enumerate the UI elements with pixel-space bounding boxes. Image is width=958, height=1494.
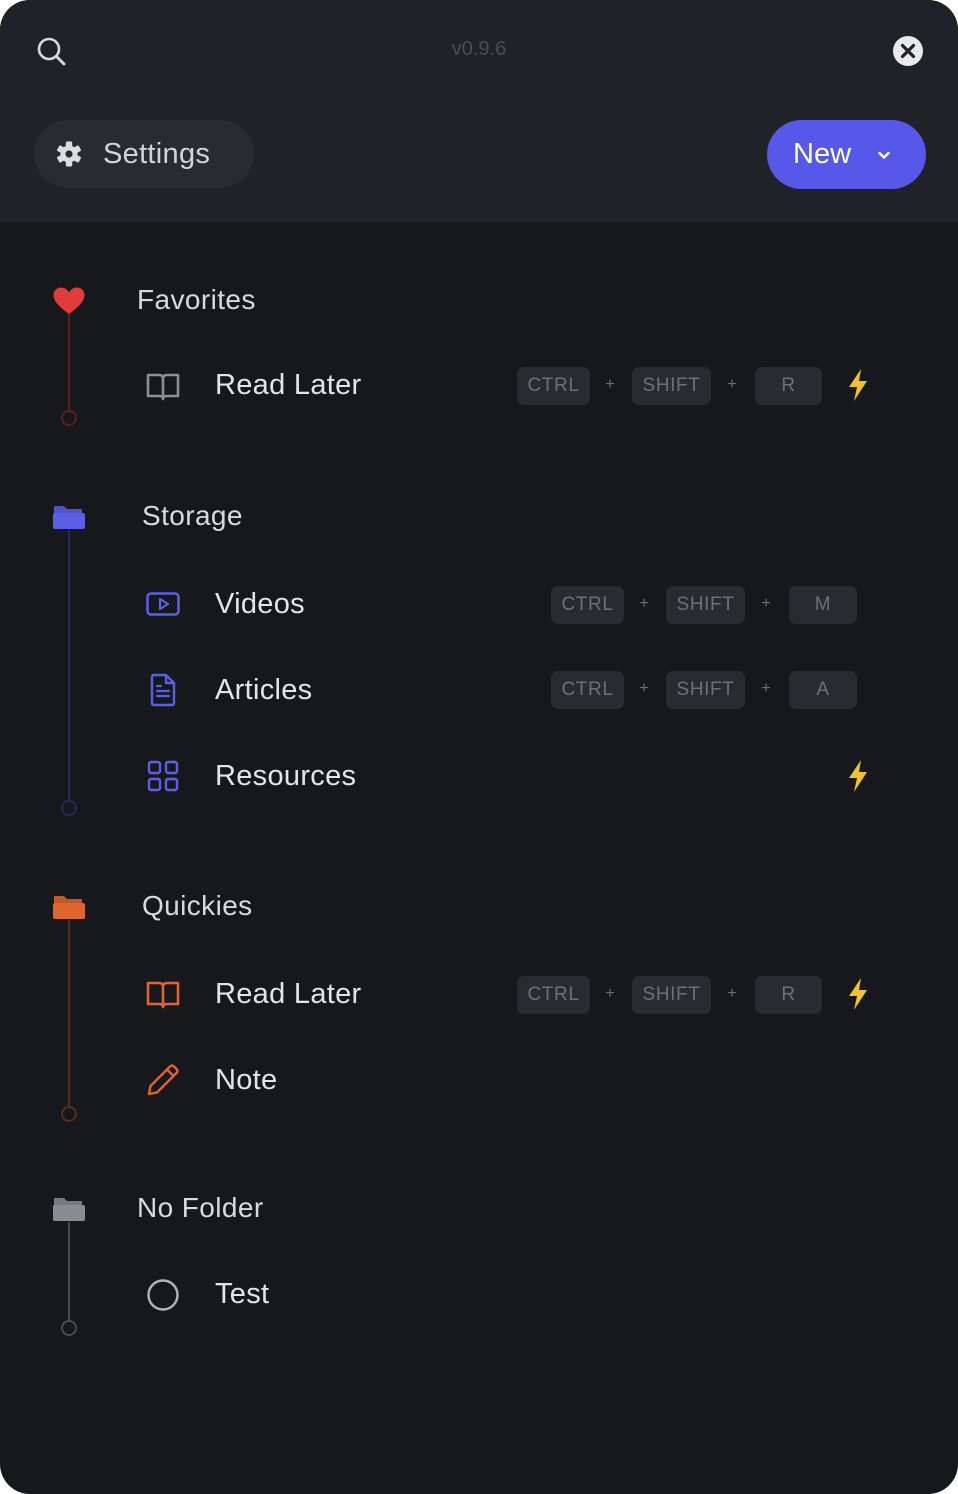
heart-icon	[53, 287, 85, 314]
timeline-dot	[61, 1320, 77, 1336]
list-item-label: Resources	[215, 760, 357, 792]
chevron-down-icon[interactable]	[875, 146, 893, 164]
document-icon	[150, 673, 176, 707]
list-item-label: Videos	[215, 588, 305, 620]
circle-icon	[147, 1279, 179, 1311]
list-item-label: Test	[215, 1278, 270, 1310]
shortcut-key: SHIFT	[632, 367, 711, 405]
version-label: v0.9.6	[451, 38, 507, 60]
app-window: v0.9.6 Settings New Favorites Read Later…	[0, 0, 958, 1494]
section-title: Quickies	[142, 890, 253, 921]
shortcut-key: SHIFT	[632, 976, 711, 1014]
grid-icon	[147, 760, 179, 792]
timeline-dot	[61, 410, 77, 426]
shortcut-plus: +	[605, 985, 615, 1002]
shortcut-plus: +	[761, 595, 771, 612]
list-item-label: Note	[215, 1064, 278, 1096]
shortcut-key: CTRL	[551, 671, 624, 709]
shortcut-key: SHIFT	[666, 586, 745, 624]
shortcut-plus: +	[639, 680, 649, 697]
shortcut-plus: +	[761, 680, 771, 697]
shortcut-key: CTRL	[551, 586, 624, 624]
lightning-icon[interactable]	[845, 368, 871, 402]
new-label: New	[793, 138, 852, 170]
timeline-dot	[61, 800, 77, 816]
list-item-label: Read Later	[215, 978, 362, 1010]
gear-icon	[57, 141, 81, 167]
list-item-label: Read Later	[215, 369, 362, 401]
timeline-line	[68, 530, 70, 800]
folder-icon	[53, 506, 85, 529]
list-item-label: Articles	[215, 674, 313, 706]
book-open-icon	[146, 981, 180, 1009]
shortcut-key: CTRL	[517, 367, 590, 405]
shortcut-plus: +	[639, 595, 649, 612]
shortcut-key: A	[789, 671, 857, 709]
play-icon	[146, 592, 180, 616]
section-title: Favorites	[137, 284, 256, 315]
settings-label: Settings	[103, 137, 211, 170]
shortcut-key: SHIFT	[666, 671, 745, 709]
folder-icon	[53, 1198, 85, 1221]
timeline-line	[68, 314, 70, 410]
pencil-icon	[147, 1064, 179, 1096]
shortcut-key: M	[789, 586, 857, 624]
shortcut-key: R	[755, 976, 822, 1014]
shortcut-plus: +	[727, 376, 737, 393]
timeline-dot	[61, 1106, 77, 1122]
new-button[interactable]: New	[767, 120, 926, 189]
shortcut-key: R	[755, 367, 822, 405]
section-title: No Folder	[137, 1192, 264, 1223]
book-open-icon	[146, 373, 180, 401]
section-title: Storage	[142, 500, 243, 531]
lightning-icon[interactable]	[845, 759, 871, 793]
header: v0.9.6 Settings New	[0, 0, 958, 222]
shortcut-key: CTRL	[517, 976, 590, 1014]
settings-button[interactable]: Settings	[34, 120, 254, 188]
timeline-line	[68, 920, 70, 1106]
shortcut-plus: +	[605, 376, 615, 393]
timeline-line	[68, 1222, 70, 1320]
folder-icon	[53, 896, 85, 919]
close-icon[interactable]	[892, 35, 924, 67]
lightning-icon[interactable]	[845, 977, 871, 1011]
shortcut-plus: +	[727, 985, 737, 1002]
